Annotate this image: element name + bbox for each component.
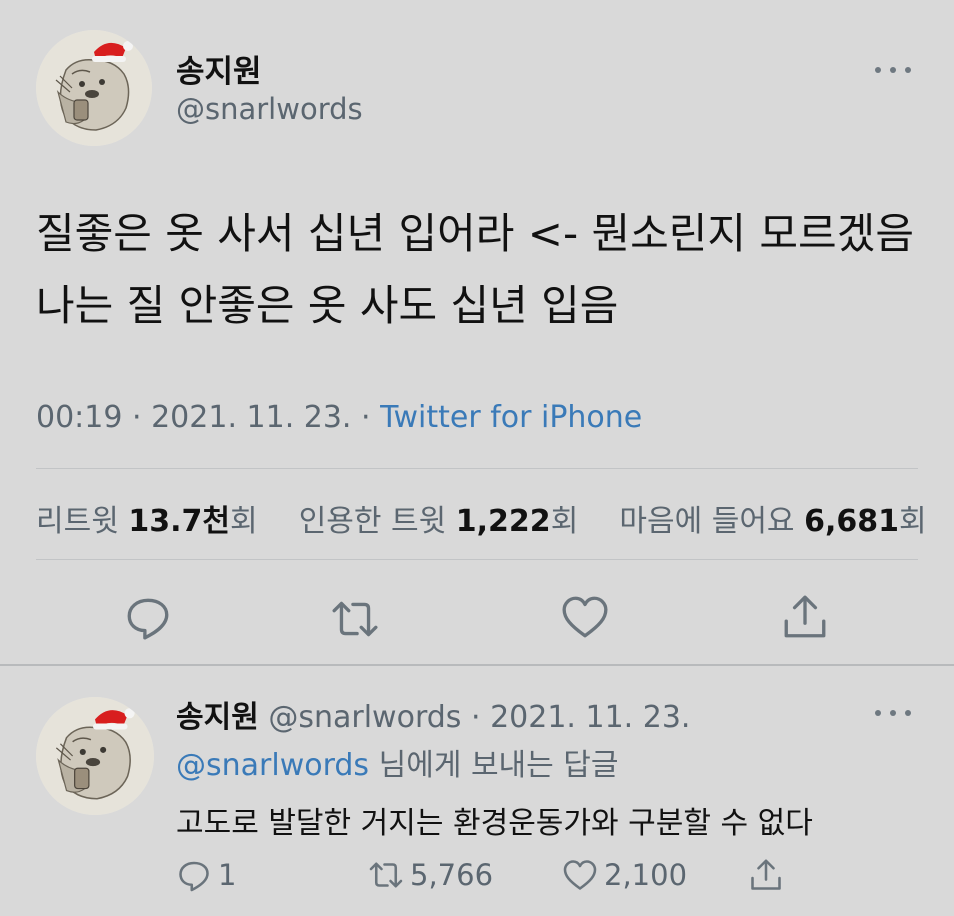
tweet-text: 질좋은 옷 사서 십년 입어라 <- 뭔소린지 모르겠음 나는 질 안좋은 옷 … (36, 209, 914, 330)
reply-more-options-icon[interactable] (875, 705, 911, 721)
tweet-stats: 리트윗 13.7천회 인용한 트윗 1,222회 마음에 들어요 6,681회 (36, 496, 927, 540)
quote-tweets-stat[interactable]: 인용한 트윗 1,222회 (299, 504, 588, 539)
reply-text: 고도로 발달한 거지는 환경운동가와 구분할 수 없다 (176, 806, 813, 841)
retweets-count: 13.7천 (128, 504, 230, 539)
retweets-label: 리트윗 (36, 504, 119, 539)
retweet-icon[interactable] (330, 594, 380, 644)
share-icon (748, 857, 784, 893)
likes-count: 6,681 (804, 504, 899, 539)
quotes-label: 인용한 트윗 (298, 504, 447, 539)
divider (36, 468, 918, 469)
tweet-page: 송지원 @snarlwords 질좋은 옷 사서 십년 입어라 <- 뭔소린지 … (0, 0, 954, 916)
display-name[interactable]: 송지원 (176, 46, 262, 91)
avatar[interactable] (36, 30, 152, 146)
divider (36, 559, 918, 560)
like-count: 2,100 (604, 858, 688, 892)
reply-icon[interactable] (123, 592, 173, 642)
likes-unit: 회 (898, 504, 927, 539)
main-tweet: 송지원 @snarlwords 질좋은 옷 사서 십년 입어라 <- 뭔소린지 … (0, 0, 954, 664)
reply-header: 송지원 @snarlwords · 2021. 11. 23. (176, 700, 691, 735)
tweet-source-link[interactable]: Twitter for iPhone (380, 400, 642, 435)
reply-display-name[interactable]: 송지원 (176, 700, 259, 735)
quotes-unit: 회 (550, 504, 579, 539)
reply-share-button[interactable] (748, 855, 790, 895)
retweets-stat[interactable]: 리트윗 13.7천회 (36, 504, 267, 539)
tweet-time[interactable]: 00:19 (36, 400, 122, 435)
more-options-icon[interactable] (875, 62, 911, 78)
avatar-bear-illustration-icon (36, 697, 154, 815)
section-divider (0, 664, 954, 666)
user-handle[interactable]: @snarlwords (176, 92, 363, 126)
reply-to-mention[interactable]: @snarlwords (176, 748, 369, 783)
reply-date[interactable]: 2021. 11. 23. (490, 700, 690, 735)
reply-count: 1 (218, 858, 237, 892)
retweet-icon (368, 857, 404, 893)
likes-stat[interactable]: 마음에 들어요 6,681회 (619, 504, 926, 539)
reply-handle[interactable]: @snarlwords (268, 700, 461, 735)
likes-label: 마음에 들어요 (619, 504, 795, 539)
retweets-unit: 회 (229, 504, 258, 539)
reply-to-suffix: 님에게 보내는 답글 (378, 748, 619, 783)
retweet-count: 5,766 (410, 858, 494, 892)
tweet-meta: 00:19 · 2021. 11. 23. · Twitter for iPho… (36, 400, 643, 435)
share-icon[interactable] (780, 592, 830, 642)
reply-icon (176, 857, 212, 893)
quotes-count: 1,222 (455, 504, 551, 539)
reply-avatar[interactable] (36, 697, 154, 815)
like-icon (562, 857, 598, 893)
replying-to: @snarlwords 님에게 보내는 답글 (176, 740, 619, 784)
avatar-bear-illustration-icon (36, 30, 152, 146)
tweet-date[interactable]: 2021. 11. 23. (151, 400, 351, 435)
reply-reply-button[interactable]: 1 (176, 855, 236, 895)
reply-retweet-button[interactable]: 5,766 (368, 855, 493, 895)
like-icon[interactable] (560, 592, 610, 642)
reply-like-button[interactable]: 2,100 (562, 855, 687, 895)
